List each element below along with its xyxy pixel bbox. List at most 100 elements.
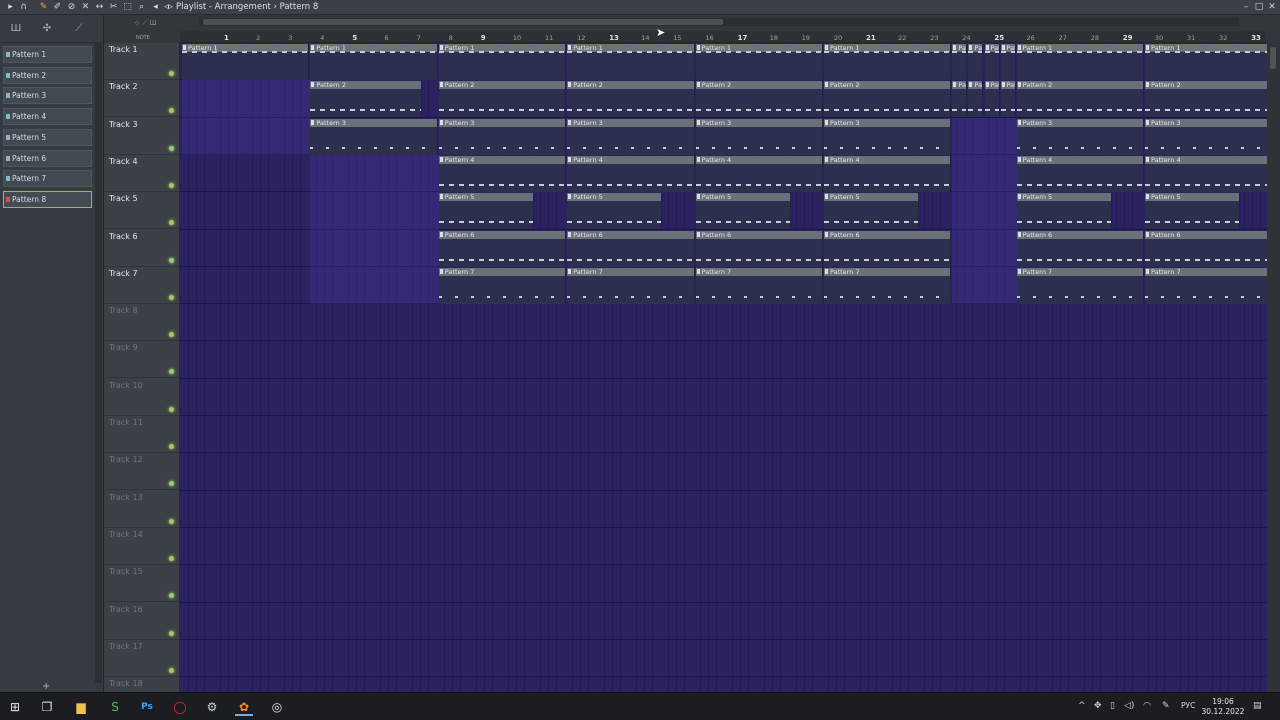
track-enable-led[interactable] [169,555,174,561]
pattern-clip[interactable]: Pattern 1 [182,44,310,80]
notifications-icon[interactable]: ▤ [1253,701,1262,711]
track-enable-led[interactable] [169,444,174,449]
close-button[interactable]: ✕ [1266,1,1278,13]
pattern-clip[interactable]: Pattern 2 [567,81,695,118]
pattern-clip[interactable]: Pattern 7 [1016,267,1144,304]
pattern-clip[interactable]: Pattern 5 [438,193,535,230]
select-icon[interactable]: ⬚ [122,2,133,13]
track-enable-led[interactable] [169,220,174,226]
pattern-clip[interactable]: Pattern 1 [952,44,968,80]
track-enable-led[interactable] [169,481,174,487]
pattern-clip[interactable]: Pattern 7 [567,267,695,304]
track-header[interactable]: Track 17 [104,640,180,677]
track-header[interactable]: Track 16 [104,603,180,640]
clock[interactable]: 19:06 30.12.2022 [1200,697,1246,717]
track-header[interactable]: Track 2 [104,80,180,118]
zoom-icon[interactable]: ⌕ [136,2,147,13]
pattern-clip[interactable]: Pattern 3 [1016,118,1144,155]
pattern-clip[interactable]: Pattern 2 [952,81,968,118]
pattern-clip[interactable]: Pattern 6 [1016,230,1144,267]
track-header[interactable]: Track 7 [104,267,180,304]
pattern-clip[interactable]: Pattern 4 [1016,155,1144,192]
snap-note-label[interactable]: NOTE [136,35,150,41]
pattern-clip[interactable]: Pattern 1 [824,44,952,80]
task-view-icon[interactable]: ❐ [38,698,56,716]
track-enable-led[interactable] [169,593,174,599]
slice-icon[interactable]: ✂ [108,2,119,13]
app-green-icon[interactable]: S [106,698,124,716]
track-header[interactable]: Track 12 [104,453,180,491]
pattern-item[interactable]: Pattern 8 [3,190,92,208]
horizontal-scroll-thumb[interactable] [203,19,723,25]
pattern-item[interactable]: Pattern 6 [3,149,92,167]
picker-automation-icon[interactable]: ⟋ [71,23,87,35]
language-indicator[interactable]: РУС [1181,701,1195,710]
volume-icon[interactable]: ◁) [1124,701,1134,711]
pattern-clip[interactable]: Pattern 2 [968,81,984,118]
track-enable-led[interactable] [169,294,174,300]
vertical-scroll-thumb[interactable] [1270,47,1276,69]
windows-icon[interactable]: ⊞ [6,698,24,716]
pattern-clip[interactable]: Pattern 7 [695,267,823,304]
timeline-ruler[interactable]: 1 2 3 4 5 6 7 8 9 10 11 12 13 14 15 16 17 18 19 20 21 22 23 24 2… [180,31,1266,43]
pattern-clip[interactable]: Pattern 5 [1016,193,1112,230]
pattern-item[interactable]: Pattern 7 [3,170,92,188]
pattern-clip[interactable]: Pattern 1 [1000,44,1016,80]
pattern-clip[interactable]: Pattern 4 [1145,155,1267,192]
mute-icon[interactable]: ✕ [80,2,91,13]
pattern-clip[interactable]: Pattern 1 [968,44,984,80]
pattern-item[interactable]: Pattern 1 [3,46,92,63]
track-enable-led[interactable] [169,108,174,114]
pattern-clip[interactable]: Pattern 1 [984,44,1000,80]
pattern-clip[interactable]: Pattern 7 [438,267,567,304]
pattern-clip[interactable]: Pattern 2 [1000,81,1016,118]
pattern-clip[interactable]: Pattern 2 [824,81,952,118]
pattern-clip[interactable]: Pattern 2 [1016,81,1144,118]
pattern-item[interactable]: Pattern 3 [3,87,92,105]
minimize-button[interactable]: – [1240,1,1252,13]
pattern-clip[interactable]: Pattern 2 [1145,81,1267,118]
pattern-clip[interactable]: Pattern 1 [1145,44,1267,80]
photoshop-icon[interactable]: Ps [138,698,156,716]
pattern-clip[interactable]: Pattern 5 [824,193,920,230]
track-header[interactable]: Track 8 [104,304,180,342]
pattern-clip[interactable]: Pattern 5 [567,193,663,230]
tray-app-icon[interactable]: ✥ [1094,701,1102,711]
file-explorer-icon[interactable]: ▆ [72,698,90,716]
pattern-clip[interactable]: Pattern 1 [695,44,823,80]
pen-icon[interactable]: ✎ [1162,701,1170,711]
pattern-clip[interactable]: Pattern 3 [695,118,823,155]
pattern-item[interactable]: Pattern 2 [3,66,92,84]
track-header[interactable]: Track 15 [104,565,180,603]
pattern-clip[interactable]: Pattern 6 [438,230,567,267]
track-header[interactable]: Track 10 [104,379,180,416]
track-header[interactable]: Track 1 [104,43,180,80]
pattern-clip[interactable]: Pattern 4 [824,155,952,192]
track-enable-led[interactable] [169,518,174,524]
track-header[interactable]: Track 3 [104,118,180,155]
pattern-clip[interactable]: Pattern 6 [1145,230,1267,267]
pattern-clip[interactable]: Pattern 7 [824,267,952,304]
track-enable-led[interactable] [169,145,174,151]
track-header[interactable]: Track 13 [104,491,180,528]
track-header[interactable]: Track 6 [104,230,180,267]
pattern-clip[interactable]: Pattern 3 [1145,118,1267,155]
current-pattern-label[interactable]: Pattern 8 [280,2,319,12]
snap-tools[interactable]: ⊹ ⟋ Ш [134,19,157,28]
tray-chevron-icon[interactable]: ^ [1078,701,1086,711]
track-enable-led[interactable] [169,182,174,188]
track-enable-led[interactable] [169,332,174,338]
playback-icon[interactable]: ◂ [150,2,161,13]
track-header[interactable]: Track 9 [104,341,180,379]
track-enable-led[interactable] [169,667,174,673]
pattern-clip[interactable]: Pattern 1 [310,44,438,80]
pattern-clip[interactable]: Pattern 5 [695,193,791,230]
pattern-clip[interactable]: Pattern 1 [438,44,567,80]
playlist-grid[interactable]: Pattern 1 Pattern 1 Pattern 1 Pattern 1 Patt… [180,43,1267,692]
fl-studio-icon[interactable]: ✿ [235,698,253,716]
pattern-clip[interactable]: Pattern 6 [567,230,695,267]
pattern-clip[interactable]: Pattern 1 [567,44,695,80]
menu-arrows-icon[interactable]: ◃▹ [163,2,174,13]
track-enable-led[interactable] [169,71,174,76]
paint-icon[interactable]: ✐ [52,2,63,13]
